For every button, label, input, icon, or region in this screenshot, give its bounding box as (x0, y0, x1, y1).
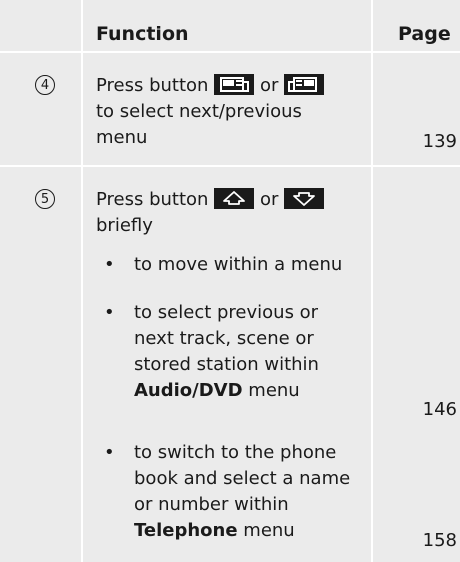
bullet3-page: 158 (422, 530, 457, 551)
header-function: Function (96, 23, 189, 45)
bullet2-line1: to select previous or (134, 302, 319, 323)
row5-line1: Press button or (96, 188, 366, 212)
row5-or-text: or (259, 189, 279, 210)
row4-line2: to select next/previous (96, 101, 302, 122)
table-row-4: 4 Press button or to select next/previou… (0, 53, 460, 165)
row4-line1: Press button or (96, 74, 366, 98)
column-divider (371, 0, 373, 562)
bullet2-page: 146 (422, 399, 457, 420)
audio-dvd-bold: Audio/DVD (134, 380, 243, 401)
arrow-down-icon (284, 188, 325, 209)
row4-or-text: or (259, 75, 279, 96)
bullet-marker: • (104, 254, 115, 275)
bullet3-line1: to switch to the phone (134, 442, 337, 463)
menu-next-icon (284, 74, 325, 95)
row4-press-text: Press button (96, 75, 209, 96)
bullet3-line3: or number within (134, 494, 289, 515)
bullet-marker: • (104, 302, 115, 323)
column-divider (81, 0, 83, 562)
function-table: Function Page 4 Press button or to selec… (0, 0, 460, 562)
item-number-4: 4 (35, 75, 55, 95)
row4-page: 139 (422, 131, 457, 152)
menu-word: menu (237, 520, 295, 541)
telephone-bold: Telephone (134, 520, 238, 541)
bullet3-line4: Telephone menu (134, 519, 374, 543)
menu-previous-icon (214, 74, 255, 95)
item-number-5: 5 (35, 189, 55, 209)
bullet2-line4: Audio/DVD menu (134, 379, 374, 403)
row5-line2: briefly (96, 215, 153, 236)
table-row-5: 5 Press button or briefly • to move with… (0, 167, 460, 562)
bullet-marker: • (104, 442, 115, 463)
bullet3-line2: book and select a name (134, 468, 351, 489)
arrow-up-icon (214, 188, 255, 209)
table-header: Function Page (0, 0, 460, 51)
header-page: Page (398, 23, 451, 45)
bullet1-line1: to move within a menu (134, 254, 343, 275)
row5-press-text: Press button (96, 189, 209, 210)
row4-line3: menu (96, 127, 148, 148)
menu-word: menu (242, 380, 300, 401)
bullet2-line2: next track, scene or (134, 328, 314, 349)
bullet2-line3: stored station within (134, 354, 319, 375)
